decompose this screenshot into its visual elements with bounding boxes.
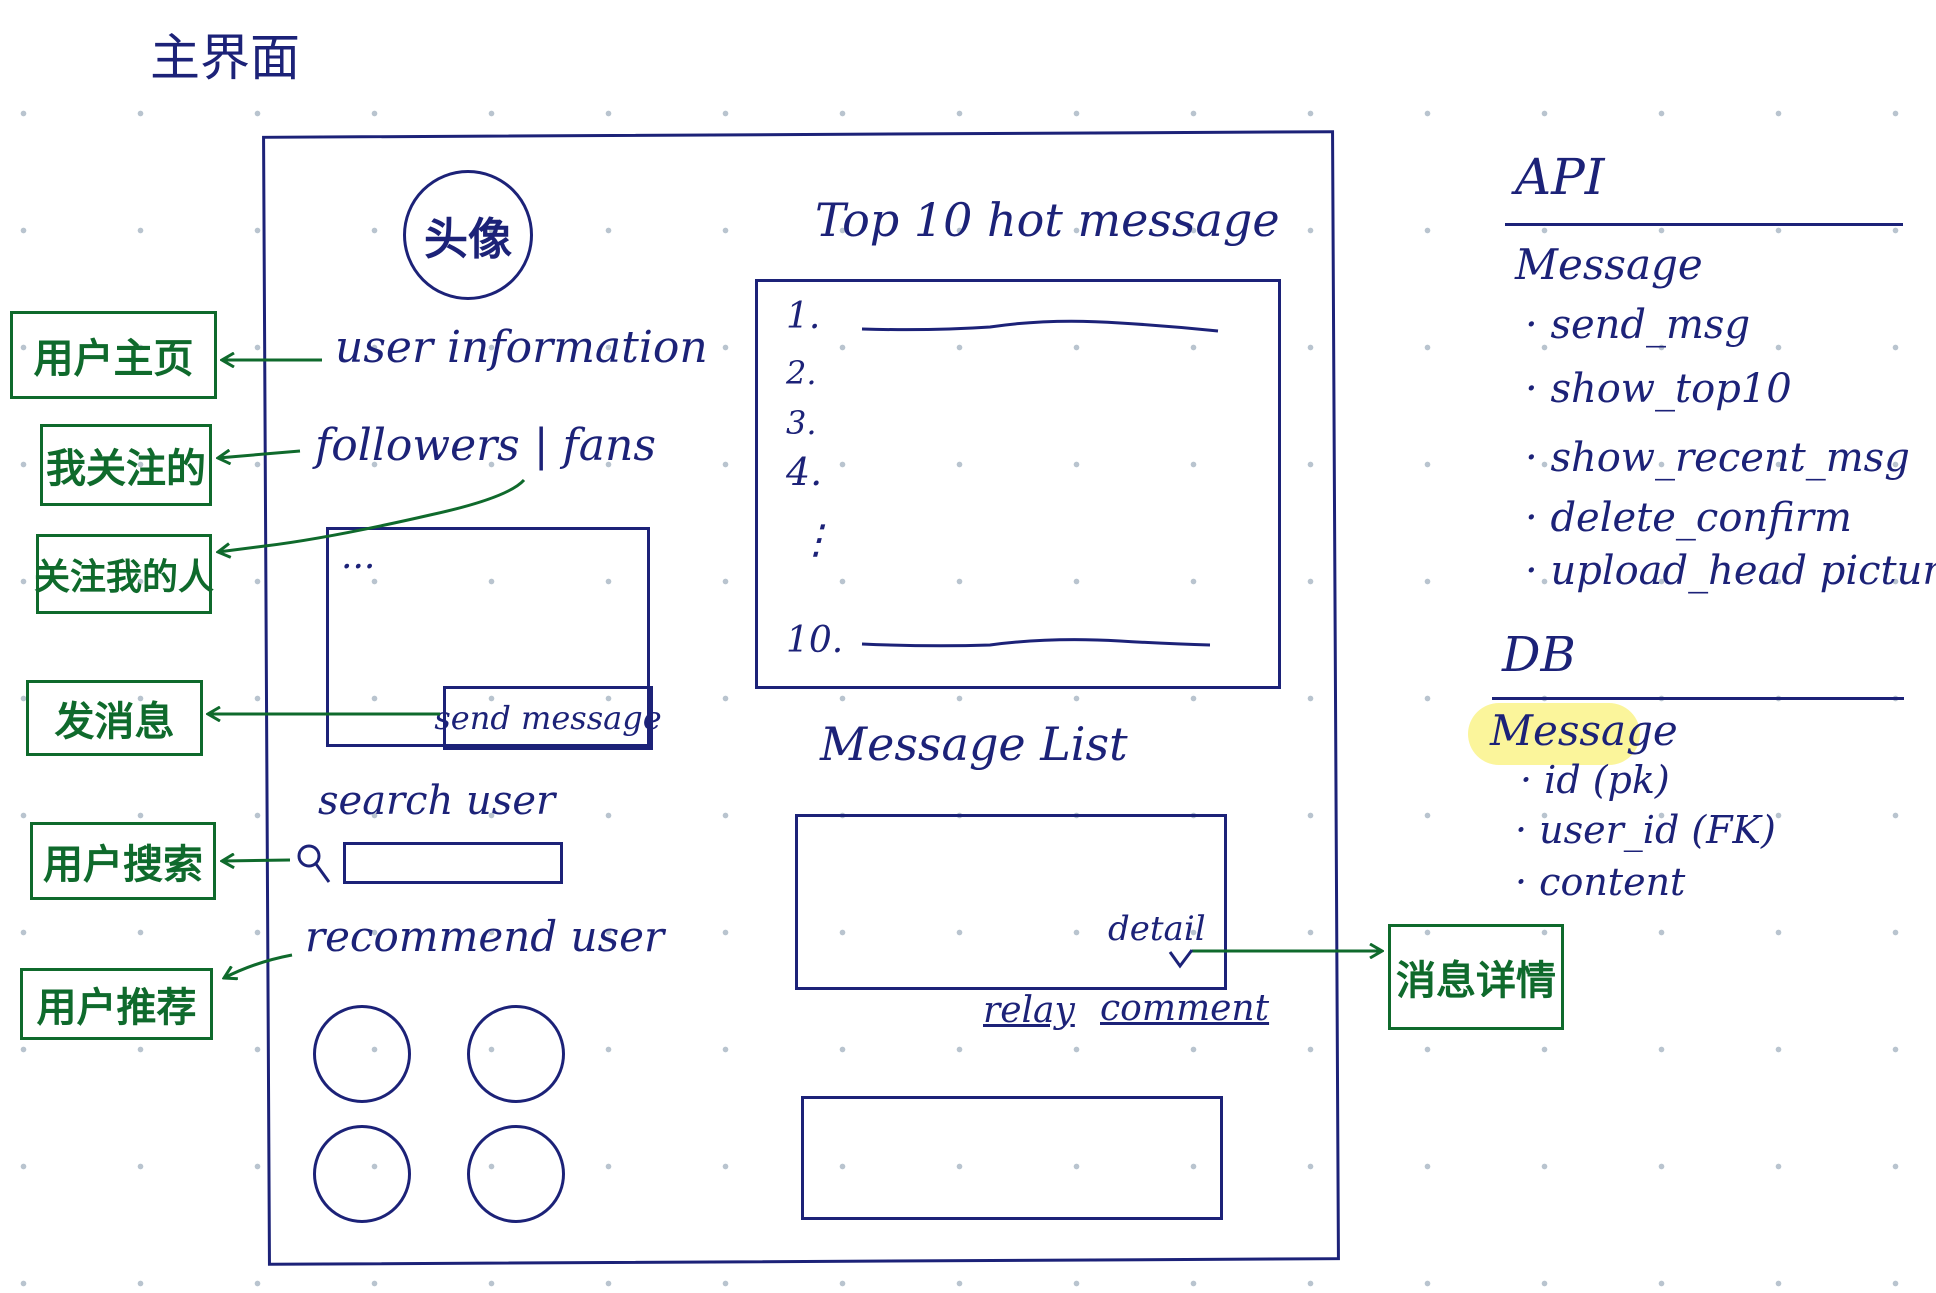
relay-link[interactable]: relay [983, 990, 1075, 1031]
top10-rank-10: 10. [786, 620, 844, 661]
annotation-my-follows-label: 我关注的 [46, 446, 206, 492]
top10-rank-1: 1. [786, 296, 821, 337]
db-field-text: id (pk) [1544, 758, 1670, 802]
top10-rank-ellipsis: ⋮ [796, 517, 836, 563]
api-item: · send_msg [1525, 302, 1751, 348]
api-item-text: show_top10 [1550, 366, 1792, 412]
annotation-user-home-label: 用户主页 [33, 336, 194, 382]
recommended-user-avatar[interactable] [313, 1005, 411, 1103]
followers-fans-label: followers | fans [315, 420, 656, 471]
top10-list-box: 1. 2. 3. 4. ⋮ 10. [755, 279, 1281, 689]
api-heading-rule [1505, 223, 1903, 226]
top10-rank-4: 4. [786, 450, 823, 494]
user-information-label: user information [335, 322, 708, 373]
avatar-circle: 头像 [403, 170, 533, 300]
search-user-label: search user [318, 778, 556, 824]
db-heading-rule [1492, 697, 1904, 700]
annotation-user-search: 用户搜索 [30, 822, 216, 900]
top10-title: Top 10 hot message [815, 193, 1280, 247]
recommended-user-avatar[interactable] [467, 1005, 565, 1103]
annotation-send-message-label: 发消息 [54, 699, 175, 745]
followers-list-ellipsis: ... [341, 536, 376, 577]
recommended-user-avatar[interactable] [313, 1125, 411, 1223]
annotation-message-detail-label: 消息详情 [1396, 958, 1556, 1004]
api-item-text: upload_head picture [1550, 548, 1936, 594]
api-item-text: show_recent_msg [1550, 435, 1910, 481]
comment-link[interactable]: comment [1100, 988, 1269, 1029]
send-message-button[interactable]: send message [434, 686, 662, 750]
message-item-box-2 [801, 1096, 1223, 1220]
annotation-user-home: 用户主页 [10, 311, 217, 399]
db-field: · id (pk) [1520, 758, 1670, 802]
message-detail-link[interactable]: detail [1108, 909, 1206, 949]
send-message-label: send message [434, 699, 662, 737]
message-list-title: Message List [820, 717, 1128, 771]
db-heading: DB [1502, 627, 1576, 683]
annotation-my-follows: 我关注的 [40, 424, 212, 506]
api-item: · show_top10 [1525, 366, 1792, 412]
api-heading: API [1515, 148, 1605, 206]
db-field: · content [1515, 860, 1686, 904]
page-title: 主界面 [150, 29, 300, 87]
message-item-box: detail [795, 814, 1227, 990]
search-icon[interactable] [295, 842, 335, 886]
api-item-text: delete_confirm [1550, 495, 1852, 541]
top10-rank-3: 3. [786, 404, 817, 442]
annotation-send-message: 发消息 [26, 680, 203, 756]
annotation-my-followers: 关注我的人 [34, 534, 215, 614]
api-item-text: send_msg [1550, 302, 1751, 348]
api-item: · upload_head picture [1525, 548, 1936, 594]
api-item: · delete_confirm [1525, 495, 1852, 541]
annotation-user-recommend: 用户推荐 [20, 968, 213, 1040]
api-item: · show_recent_msg [1525, 435, 1910, 481]
avatar-label: 头像 [424, 214, 512, 265]
recommended-user-avatar[interactable] [467, 1125, 565, 1223]
db-field-text: user_id (FK) [1539, 808, 1776, 852]
db-field: · user_id (FK) [1515, 808, 1776, 852]
search-user-input[interactable] [343, 842, 563, 884]
annotation-my-followers-label: 关注我的人 [34, 557, 215, 598]
annotation-user-recommend-label: 用户推荐 [36, 985, 197, 1031]
db-field-text: content [1539, 860, 1686, 904]
recommend-user-label: recommend user [305, 912, 665, 961]
api-group-message: Message [1515, 240, 1703, 289]
annotation-user-search-label: 用户搜索 [43, 842, 203, 888]
annotation-message-detail: 消息详情 [1388, 924, 1564, 1030]
followers-list-box: ... send message [326, 527, 662, 750]
db-table-name: Message [1490, 706, 1678, 755]
top10-rank-2: 2. [786, 354, 817, 392]
